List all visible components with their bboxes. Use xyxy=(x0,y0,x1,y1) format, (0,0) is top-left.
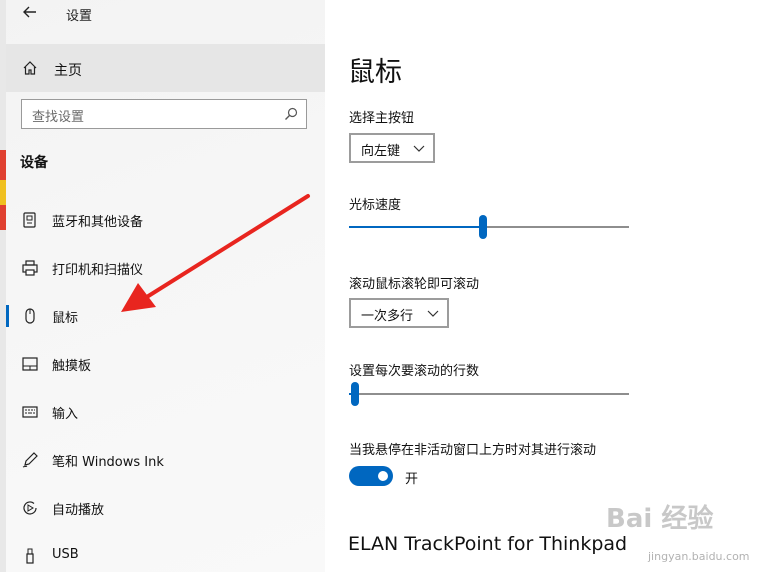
scroll-mode-dropdown[interactable]: 一次多行 xyxy=(349,298,449,328)
chevron-down-icon xyxy=(413,145,425,152)
settings-sidebar: 设置 主页 查找设置 设备 蓝牙和其他设备 打印机和扫描仪 鼠标 触摸板 输入 … xyxy=(6,0,325,572)
home-icon xyxy=(23,61,37,75)
autoplay-icon xyxy=(23,501,37,515)
sidebar-item-label: 输入 xyxy=(52,407,79,422)
scroll-mode-value: 一次多行 xyxy=(361,309,414,324)
sidebar-item-label: 自动播放 xyxy=(52,503,105,518)
usb-icon xyxy=(26,548,34,564)
window-title: 设置 xyxy=(66,9,93,24)
mouse-icon xyxy=(25,308,35,324)
cursor-speed-label: 光标速度 xyxy=(349,198,402,213)
search-settings-input[interactable]: 查找设置 xyxy=(21,99,307,129)
slider-track xyxy=(349,393,629,395)
sidebar-item-autoplay[interactable]: 自动播放 xyxy=(6,485,325,531)
keyboard-icon xyxy=(22,406,38,418)
cursor-speed-slider[interactable] xyxy=(349,215,629,239)
inactive-scroll-label: 当我悬停在非活动窗口上方时对其进行滚动 xyxy=(349,443,597,458)
sidebar-item-bluetooth[interactable]: 蓝牙和其他设备 xyxy=(6,197,325,243)
scroll-lines-label: 设置每次要滚动的行数 xyxy=(349,364,480,379)
sidebar-item-label: USB xyxy=(52,547,79,562)
sidebar-item-label: 笔和 Windows Ink xyxy=(52,455,164,470)
chevron-down-icon xyxy=(427,310,439,317)
sidebar-item-usb[interactable]: USB xyxy=(6,533,325,579)
printer-icon xyxy=(22,260,38,276)
page-title: 鼠标 xyxy=(348,57,402,88)
sidebar-item-touchpad[interactable]: 触摸板 xyxy=(6,341,325,387)
search-placeholder: 查找设置 xyxy=(32,110,85,125)
sidebar-item-mouse[interactable]: 鼠标 xyxy=(6,293,325,339)
section-title-devices: 设备 xyxy=(20,155,48,171)
pen-icon xyxy=(22,452,38,468)
sidebar-home[interactable]: 主页 xyxy=(6,44,325,92)
primary-button-value: 向左键 xyxy=(361,144,401,159)
toggle-state-label: 开 xyxy=(405,472,419,487)
sidebar-item-label: 触摸板 xyxy=(52,359,92,374)
baidu-jingyan-watermark: Bai 经验 jingyan.baidu.com xyxy=(600,492,780,572)
toggle-knob xyxy=(378,471,388,481)
slider-fill xyxy=(349,226,483,228)
scroll-mode-label: 滚动鼠标滚轮即可滚动 xyxy=(349,277,480,292)
title-bar: 设置 xyxy=(6,0,325,32)
mouse-settings-panel: 鼠标 选择主按钮 向左键 光标速度 滚动鼠标滚轮即可滚动 一次多行 设置每次要滚… xyxy=(325,0,784,572)
back-button[interactable] xyxy=(22,4,44,22)
sidebar-item-pen[interactable]: 笔和 Windows Ink xyxy=(6,437,325,483)
primary-button-label: 选择主按钮 xyxy=(349,111,415,126)
sidebar-item-label: 打印机和扫描仪 xyxy=(52,263,144,278)
slider-thumb[interactable] xyxy=(351,382,359,406)
sidebar-item-typing[interactable]: 输入 xyxy=(6,389,325,435)
device-section-title: ELAN TrackPoint for Thinkpad xyxy=(348,533,628,555)
search-icon[interactable] xyxy=(284,107,298,121)
inactive-scroll-toggle[interactable] xyxy=(349,466,393,486)
primary-button-dropdown[interactable]: 向左键 xyxy=(349,133,435,163)
home-label: 主页 xyxy=(54,63,82,79)
sidebar-item-label: 蓝牙和其他设备 xyxy=(52,215,144,230)
watermark-text: Bai 经验 xyxy=(606,504,714,534)
sidebar-item-label: 鼠标 xyxy=(52,311,79,326)
sidebar-item-printers[interactable]: 打印机和扫描仪 xyxy=(6,245,325,291)
watermark-url: jingyan.baidu.com xyxy=(648,550,750,563)
slider-thumb[interactable] xyxy=(479,215,487,239)
scroll-lines-slider[interactable] xyxy=(349,382,629,406)
bluetooth-devices-icon xyxy=(23,212,36,228)
back-arrow-icon xyxy=(23,6,36,18)
touchpad-icon xyxy=(22,357,38,371)
